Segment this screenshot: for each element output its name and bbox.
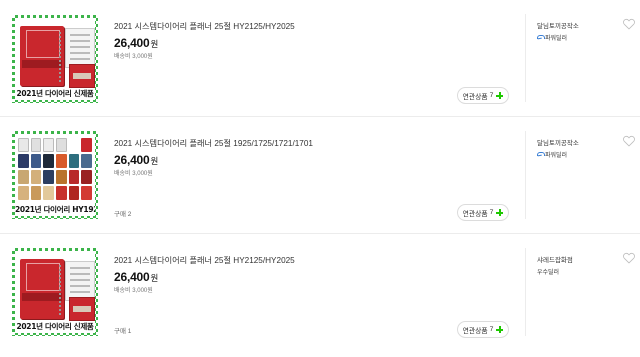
product-price: 26,400원 [114,268,158,286]
seller-grade: 파워딜러 [537,33,567,42]
product-row: 2021년 다이어리 신제품 2021 시스템다이어리 플래너 25절 HY21… [0,0,640,117]
price-value: 26,400 [114,270,150,284]
seller-name[interactable]: 달님토끼공작소 [537,137,579,147]
shipping-fee: 배송비 3,000원 [114,54,153,60]
price-currency: 원 [150,39,159,49]
plus-icon [496,209,504,216]
thumbnail-caption: 2021년 다이어리 신제품 [16,322,94,331]
thumbnail-caption: 2021년 다이어리 HY1925시리즈 [15,205,98,214]
related-label: 연관상품 [462,210,488,218]
product-thumbnail[interactable]: 2021년 다이어리 신제품 [12,15,98,103]
related-products-button[interactable]: 연관상품 7 [457,321,509,338]
product-row: 2021년 다이어리 신제품 2021 시스템다이어리 플래너 25절 HY21… [0,234,640,357]
badge-icon [537,151,545,158]
related-products-button[interactable]: 연관상품 7 [457,204,509,221]
purchase-count: 구매 1 [114,328,132,335]
product-thumbnail[interactable]: 2021년 다이어리 신제품 [12,248,98,336]
color-options-image [18,138,92,200]
seller-grade: 파워딜러 [537,150,567,159]
price-value: 26,400 [114,153,150,167]
thumbnail-caption: 2021년 다이어리 신제품 [16,89,94,98]
product-thumbnail[interactable]: 2021년 다이어리 HY1925시리즈 [12,131,98,219]
planner-image [20,26,64,86]
plus-icon [496,92,504,99]
badge-icon [537,34,545,41]
product-price: 26,400원 [114,34,158,52]
related-label: 연관상품 [462,327,488,335]
product-title[interactable]: 2021 시스템다이어리 플래너 25절 HY2125/HY2025 [114,254,295,266]
product-list: 2021년 다이어리 신제품 2021 시스템다이어리 플래너 25절 HY21… [0,0,640,357]
product-row: 2021년 다이어리 HY1925시리즈 2021 시스템다이어리 플래너 25… [0,117,640,234]
product-title[interactable]: 2021 시스템다이어리 플래너 25절 1925/1725/1721/1701 [114,137,313,149]
product-title[interactable]: 2021 시스템다이어리 플래너 25절 HY2125/HY2025 [114,20,295,32]
related-label: 연관상품 [462,93,488,101]
plus-icon [496,326,504,333]
related-count: 7 [489,326,494,333]
heart-outline-icon[interactable] [622,134,636,148]
related-count: 7 [489,92,494,99]
column-divider [525,131,526,219]
heart-outline-icon[interactable] [622,17,636,31]
shipping-fee: 배송비 3,000원 [114,288,153,294]
column-divider [525,248,526,336]
related-products-button[interactable]: 연관상품 7 [457,87,509,104]
planner-image [20,259,64,319]
price-value: 26,400 [114,36,150,50]
heart-outline-icon[interactable] [622,251,636,265]
price-currency: 원 [150,273,159,283]
seller-grade-label: 파워딜러 [545,153,568,159]
price-currency: 원 [150,156,159,166]
purchase-count: 구매 2 [114,211,132,218]
seller-name[interactable]: 달님토끼공작소 [537,20,579,30]
seller-grade-label: 우수딜러 [537,270,560,276]
column-divider [525,14,526,102]
seller-name[interactable]: 샤레드잡화점 [537,254,573,264]
shipping-fee: 배송비 3,000원 [114,171,153,177]
related-count: 7 [489,209,494,216]
seller-grade: 우수딜러 [537,267,559,276]
seller-grade-label: 파워딜러 [545,36,568,42]
product-price: 26,400원 [114,151,158,169]
